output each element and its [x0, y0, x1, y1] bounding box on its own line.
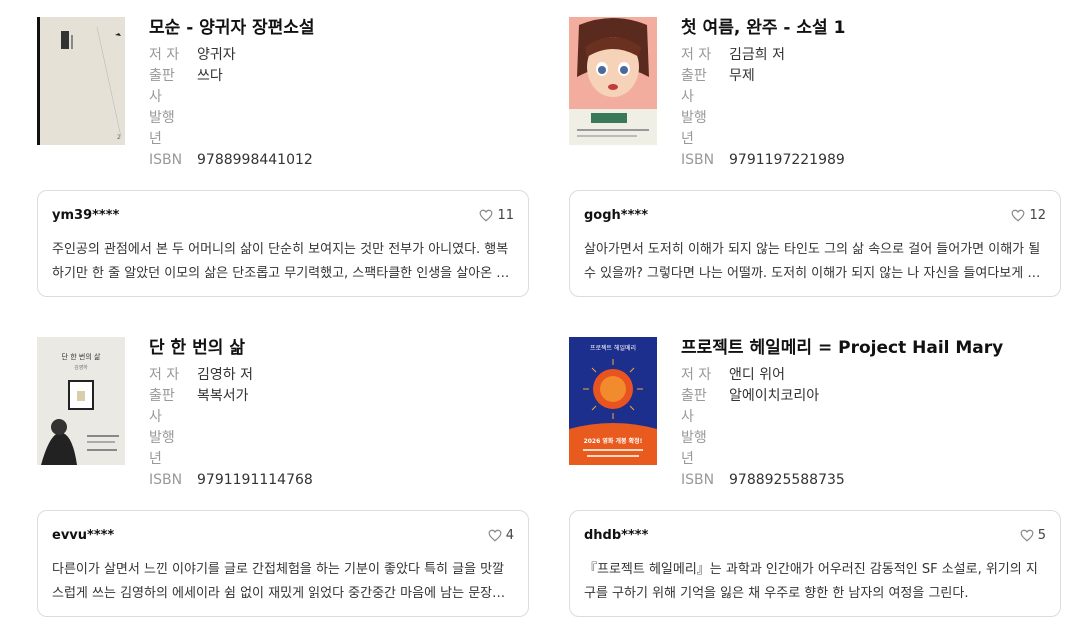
review-text: 다른이가 살면서 느낀 이야기를 글로 간접체험을 하는 기분이 좋았다 특히 …	[52, 562, 505, 601]
publisher-label-cont: 사	[149, 89, 162, 105]
year-label-cont: 년	[149, 451, 162, 467]
isbn-value: 9791197221989	[729, 152, 845, 168]
book-item-1: 2 모순 - 양귀자 장편소설 저 자 양귀자 출판 쓰다 사 발행 년 ISBN 9…	[37, 15, 529, 297]
author-value: 김금희 저	[729, 47, 785, 63]
book-title[interactable]: 단 한 번의 삶	[149, 335, 529, 361]
publisher-label-cont: 사	[681, 409, 694, 425]
author-label: 저 자	[149, 47, 180, 63]
year-label-cont: 년	[681, 131, 694, 147]
like-button[interactable]: 12	[1011, 208, 1046, 223]
book-title[interactable]: 첫 여름, 완주 - 소설 1	[681, 15, 1061, 41]
publisher-label: 출판	[681, 388, 707, 404]
publisher-label-cont: 사	[149, 409, 162, 425]
publisher-label-cont: 사	[681, 89, 694, 105]
year-label: 발행	[681, 430, 707, 446]
isbn-label: ISBN	[149, 152, 183, 168]
like-button[interactable]: 5	[1020, 528, 1046, 543]
reviewer-name: evvu****	[52, 527, 115, 543]
publisher-value: 무제	[729, 68, 755, 84]
like-button[interactable]: 4	[488, 528, 514, 543]
reviewer-name: ym39****	[52, 207, 120, 223]
year-label-cont: 년	[681, 451, 694, 467]
year-label-cont: 년	[149, 131, 162, 147]
book-cover-image[interactable]: 프로젝트 헤일메리 2026 영화 개봉 확정!	[569, 337, 657, 465]
heart-icon	[1012, 209, 1025, 222]
isbn-label: ISBN	[149, 472, 183, 488]
cover-author-text: 김영하	[74, 364, 88, 371]
review-text: 살아가면서 도저히 이해가 되지 않는 타인도 그의 삶 속으로 걸어 들어가면…	[584, 242, 1041, 281]
author-label: 저 자	[681, 47, 712, 63]
book-item-3: 단 한 번의 삶 김영하 단 한 번의 삶 저 자 김영하 저 출판 복복서가 사 …	[37, 335, 529, 617]
publisher-value: 알에이치코리아	[729, 388, 820, 404]
heart-icon	[1020, 529, 1034, 542]
review-card[interactable]: gogh**** 12 살아가면서 도저히 이해가 되지 않는 타인도 그의 삶…	[569, 190, 1061, 297]
cover-title-text: 프로젝트 헤일메리	[590, 344, 636, 352]
heart-icon	[480, 209, 493, 222]
reviewer-name: dhdb****	[584, 527, 649, 543]
isbn-value: 9791191114768	[197, 472, 313, 488]
publisher-label: 출판	[149, 388, 175, 404]
book-title[interactable]: 프로젝트 헤일메리 = Project Hail Mary	[681, 335, 1061, 361]
like-button[interactable]: 11	[479, 208, 514, 223]
author-value: 양귀자	[197, 47, 236, 63]
author-value: 김영하 저	[197, 367, 253, 383]
like-count: 4	[505, 527, 514, 543]
review-card[interactable]: evvu**** 4 다른이가 살면서 느낀 이야기를 글로 간접체험을 하는 …	[37, 510, 529, 617]
publisher-label: 출판	[681, 68, 707, 84]
cover-title-text: 단 한 번의 삶	[62, 352, 101, 361]
reviewer-name: gogh****	[584, 207, 648, 223]
cover-banner-text: 2026 영화 개봉 확정!	[584, 437, 643, 445]
review-card[interactable]: dhdb**** 5 『프로젝트 헤일메리』는 과학과 인간애가 어우러진 감동…	[569, 510, 1061, 617]
year-label: 발행	[149, 430, 175, 446]
like-count: 12	[1029, 207, 1046, 223]
book-title[interactable]: 모순 - 양귀자 장편소설	[149, 15, 529, 41]
review-text: 『프로젝트 헤일메리』는 과학과 인간애가 어우러진 감동적인 SF 소설로, …	[584, 562, 1038, 601]
isbn-value: 9788925588735	[729, 472, 845, 488]
book-cover-image[interactable]: 2	[37, 17, 125, 145]
like-count: 5	[1037, 527, 1046, 543]
review-text: 주인공의 관점에서 본 두 어머니의 삶이 단순히 보여지는 것만 전부가 아니…	[52, 242, 509, 281]
publisher-value: 복복서가	[197, 388, 249, 404]
year-label: 발행	[681, 110, 707, 126]
isbn-value: 9788998441012	[197, 152, 313, 168]
author-label: 저 자	[681, 367, 712, 383]
year-label: 발행	[149, 110, 175, 126]
like-count: 11	[497, 207, 514, 223]
publisher-value: 쓰다	[197, 68, 223, 84]
publisher-label: 출판	[149, 68, 175, 84]
book-item-2: 첫 여름, 완주 - 소설 1 저 자 김금희 저 출판 무제 사 발행 년 ISB…	[569, 15, 1061, 297]
review-card[interactable]: ym39**** 11 주인공의 관점에서 본 두 어머니의 삶이 단순히 보여…	[37, 190, 529, 297]
author-label: 저 자	[149, 367, 180, 383]
book-cover-image[interactable]: 단 한 번의 삶 김영하	[37, 337, 125, 465]
isbn-label: ISBN	[681, 152, 715, 168]
book-cover-image[interactable]	[569, 17, 657, 145]
isbn-label: ISBN	[681, 472, 715, 488]
heart-icon	[488, 529, 502, 542]
author-value: 앤디 위어	[729, 367, 785, 383]
svg-text:2: 2	[117, 134, 121, 141]
book-item-4: 프로젝트 헤일메리 2026 영화 개봉 확정! 프로젝트 헤일메리 = Pro…	[569, 335, 1061, 617]
